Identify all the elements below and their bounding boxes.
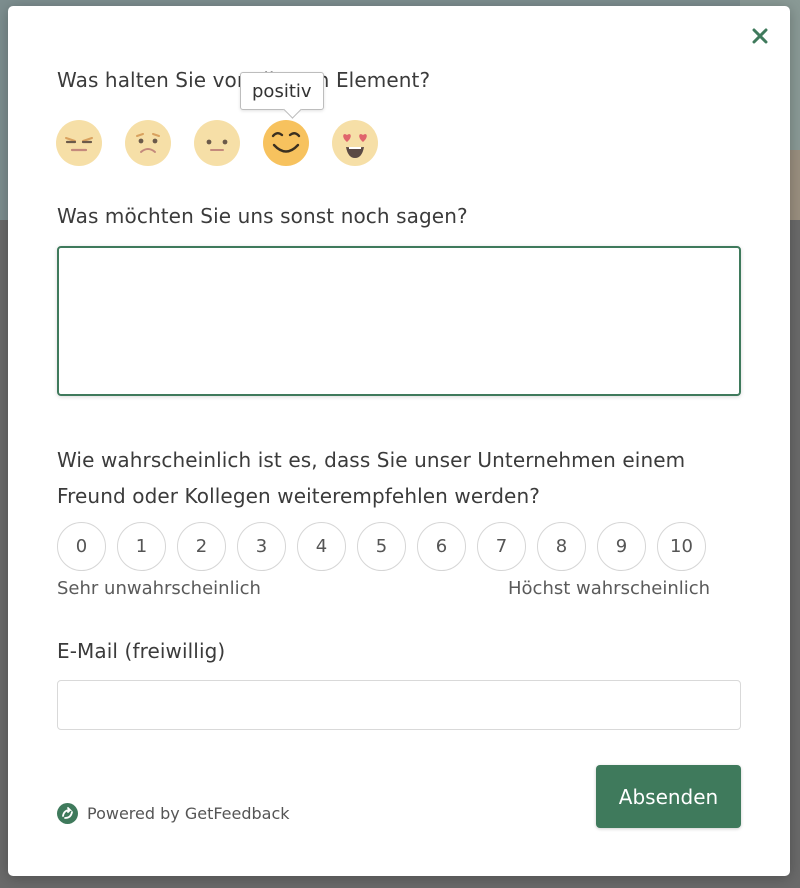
nps-high-label: Höchst wahrscheinlich bbox=[508, 578, 711, 599]
rating-option-positive[interactable] bbox=[263, 120, 309, 166]
nps-option-3[interactable]: 3 bbox=[237, 522, 286, 571]
nps-question: Wie wahrscheinlich ist es, dass Sie unse… bbox=[57, 448, 686, 508]
nps-option-6[interactable]: 6 bbox=[417, 522, 466, 571]
comment-textarea[interactable] bbox=[57, 246, 741, 396]
email-field[interactable] bbox=[57, 680, 741, 730]
neutral-face-icon bbox=[194, 120, 240, 166]
sad-face-icon bbox=[125, 120, 171, 166]
nps-scale: 0 1 2 3 4 5 6 7 8 9 10 bbox=[57, 522, 706, 571]
getfeedback-logo-icon bbox=[57, 803, 78, 824]
nps-option-9[interactable]: 9 bbox=[597, 522, 646, 571]
nps-option-8[interactable]: 8 bbox=[537, 522, 586, 571]
nps-low-label: Sehr unwahrscheinlich bbox=[57, 578, 261, 599]
submit-button[interactable]: Absenden bbox=[596, 765, 741, 828]
nps-option-4[interactable]: 4 bbox=[297, 522, 346, 571]
nps-option-2[interactable]: 2 bbox=[177, 522, 226, 571]
rating-option-angry[interactable] bbox=[56, 120, 102, 166]
nps-option-0[interactable]: 0 bbox=[57, 522, 106, 571]
rating-option-love[interactable] bbox=[332, 120, 378, 166]
nps-option-5[interactable]: 5 bbox=[357, 522, 406, 571]
feedback-modal: Was halten Sie von diesem Element? bbox=[8, 6, 790, 876]
nps-option-1[interactable]: 1 bbox=[117, 522, 166, 571]
comment-question: Was möchten Sie uns sonst noch sagen? bbox=[57, 204, 468, 228]
rating-tooltip: positiv bbox=[240, 72, 324, 110]
email-question: E-Mail (freiwillig) bbox=[57, 639, 226, 663]
smiling-face-icon bbox=[263, 120, 309, 166]
powered-by-text: Powered by GetFeedback bbox=[87, 804, 290, 823]
nps-option-7[interactable]: 7 bbox=[477, 522, 526, 571]
rating-option-neutral[interactable] bbox=[194, 120, 240, 166]
close-icon bbox=[752, 28, 768, 44]
emoji-rating-group bbox=[56, 120, 378, 166]
powered-by[interactable]: Powered by GetFeedback bbox=[57, 803, 290, 824]
rating-option-sad[interactable] bbox=[125, 120, 171, 166]
heart-eyes-face-icon bbox=[332, 120, 378, 166]
close-button[interactable] bbox=[748, 24, 772, 48]
nps-option-10[interactable]: 10 bbox=[657, 522, 706, 571]
angry-face-icon bbox=[56, 120, 102, 166]
